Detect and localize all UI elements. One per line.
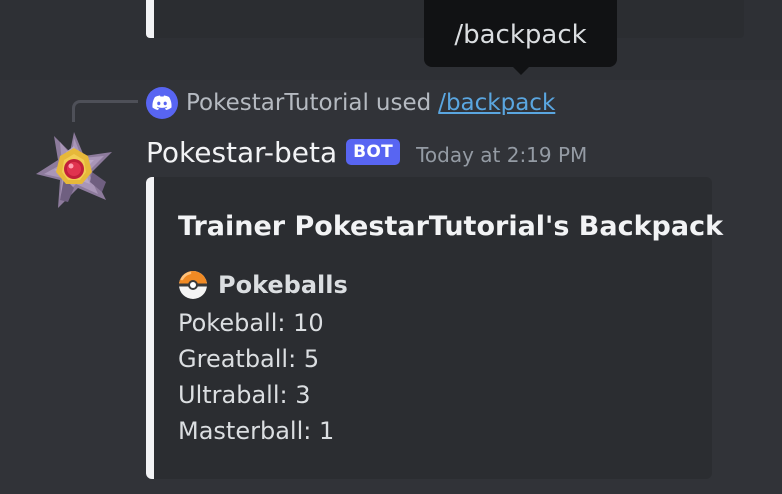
starmie-avatar-icon — [36, 132, 112, 208]
chat-view: PokestarTutorial used /backpack /backpac… — [0, 0, 782, 494]
list-item: Greatball: 5 — [178, 345, 320, 373]
list-item: Pokeball: 10 — [178, 309, 324, 337]
message-timestamp[interactable]: Today at 2:19 PM — [416, 137, 587, 167]
list-item: Masterball: 1 — [178, 417, 335, 445]
tooltip-text: /backpack — [454, 19, 587, 50]
bot-badge: BOT — [346, 139, 401, 165]
reply-used-text: used — [375, 90, 432, 116]
message-header: Pokestar-beta BOT Today at 2:19 PM — [146, 132, 587, 172]
command-tooltip: /backpack — [424, 0, 617, 75]
field-header: Pokeballs — [178, 270, 348, 300]
reply-username[interactable]: PokestarTutorial — [186, 90, 369, 116]
pokeball-icon — [179, 271, 207, 299]
avatar[interactable] — [34, 130, 114, 210]
command-link[interactable]: /backpack — [438, 90, 555, 116]
embed-title: Trainer PokestarTutorial's Backpack — [178, 211, 724, 242]
reply-context[interactable]: PokestarTutorial used /backpack — [146, 86, 555, 120]
bot-username[interactable]: Pokestar-beta — [146, 136, 337, 169]
backpack-embed: Trainer PokestarTutorial's Backpack Poke… — [146, 177, 723, 479]
field-value: Pokeball: 10 Greatball: 5 Ultraball: 3 M… — [178, 305, 334, 449]
list-item: Ultraball: 3 — [178, 381, 311, 409]
reply-spine — [72, 100, 138, 122]
field-name: Pokeballs — [218, 271, 348, 299]
discord-icon — [146, 87, 178, 119]
previous-message — [0, 0, 782, 80]
